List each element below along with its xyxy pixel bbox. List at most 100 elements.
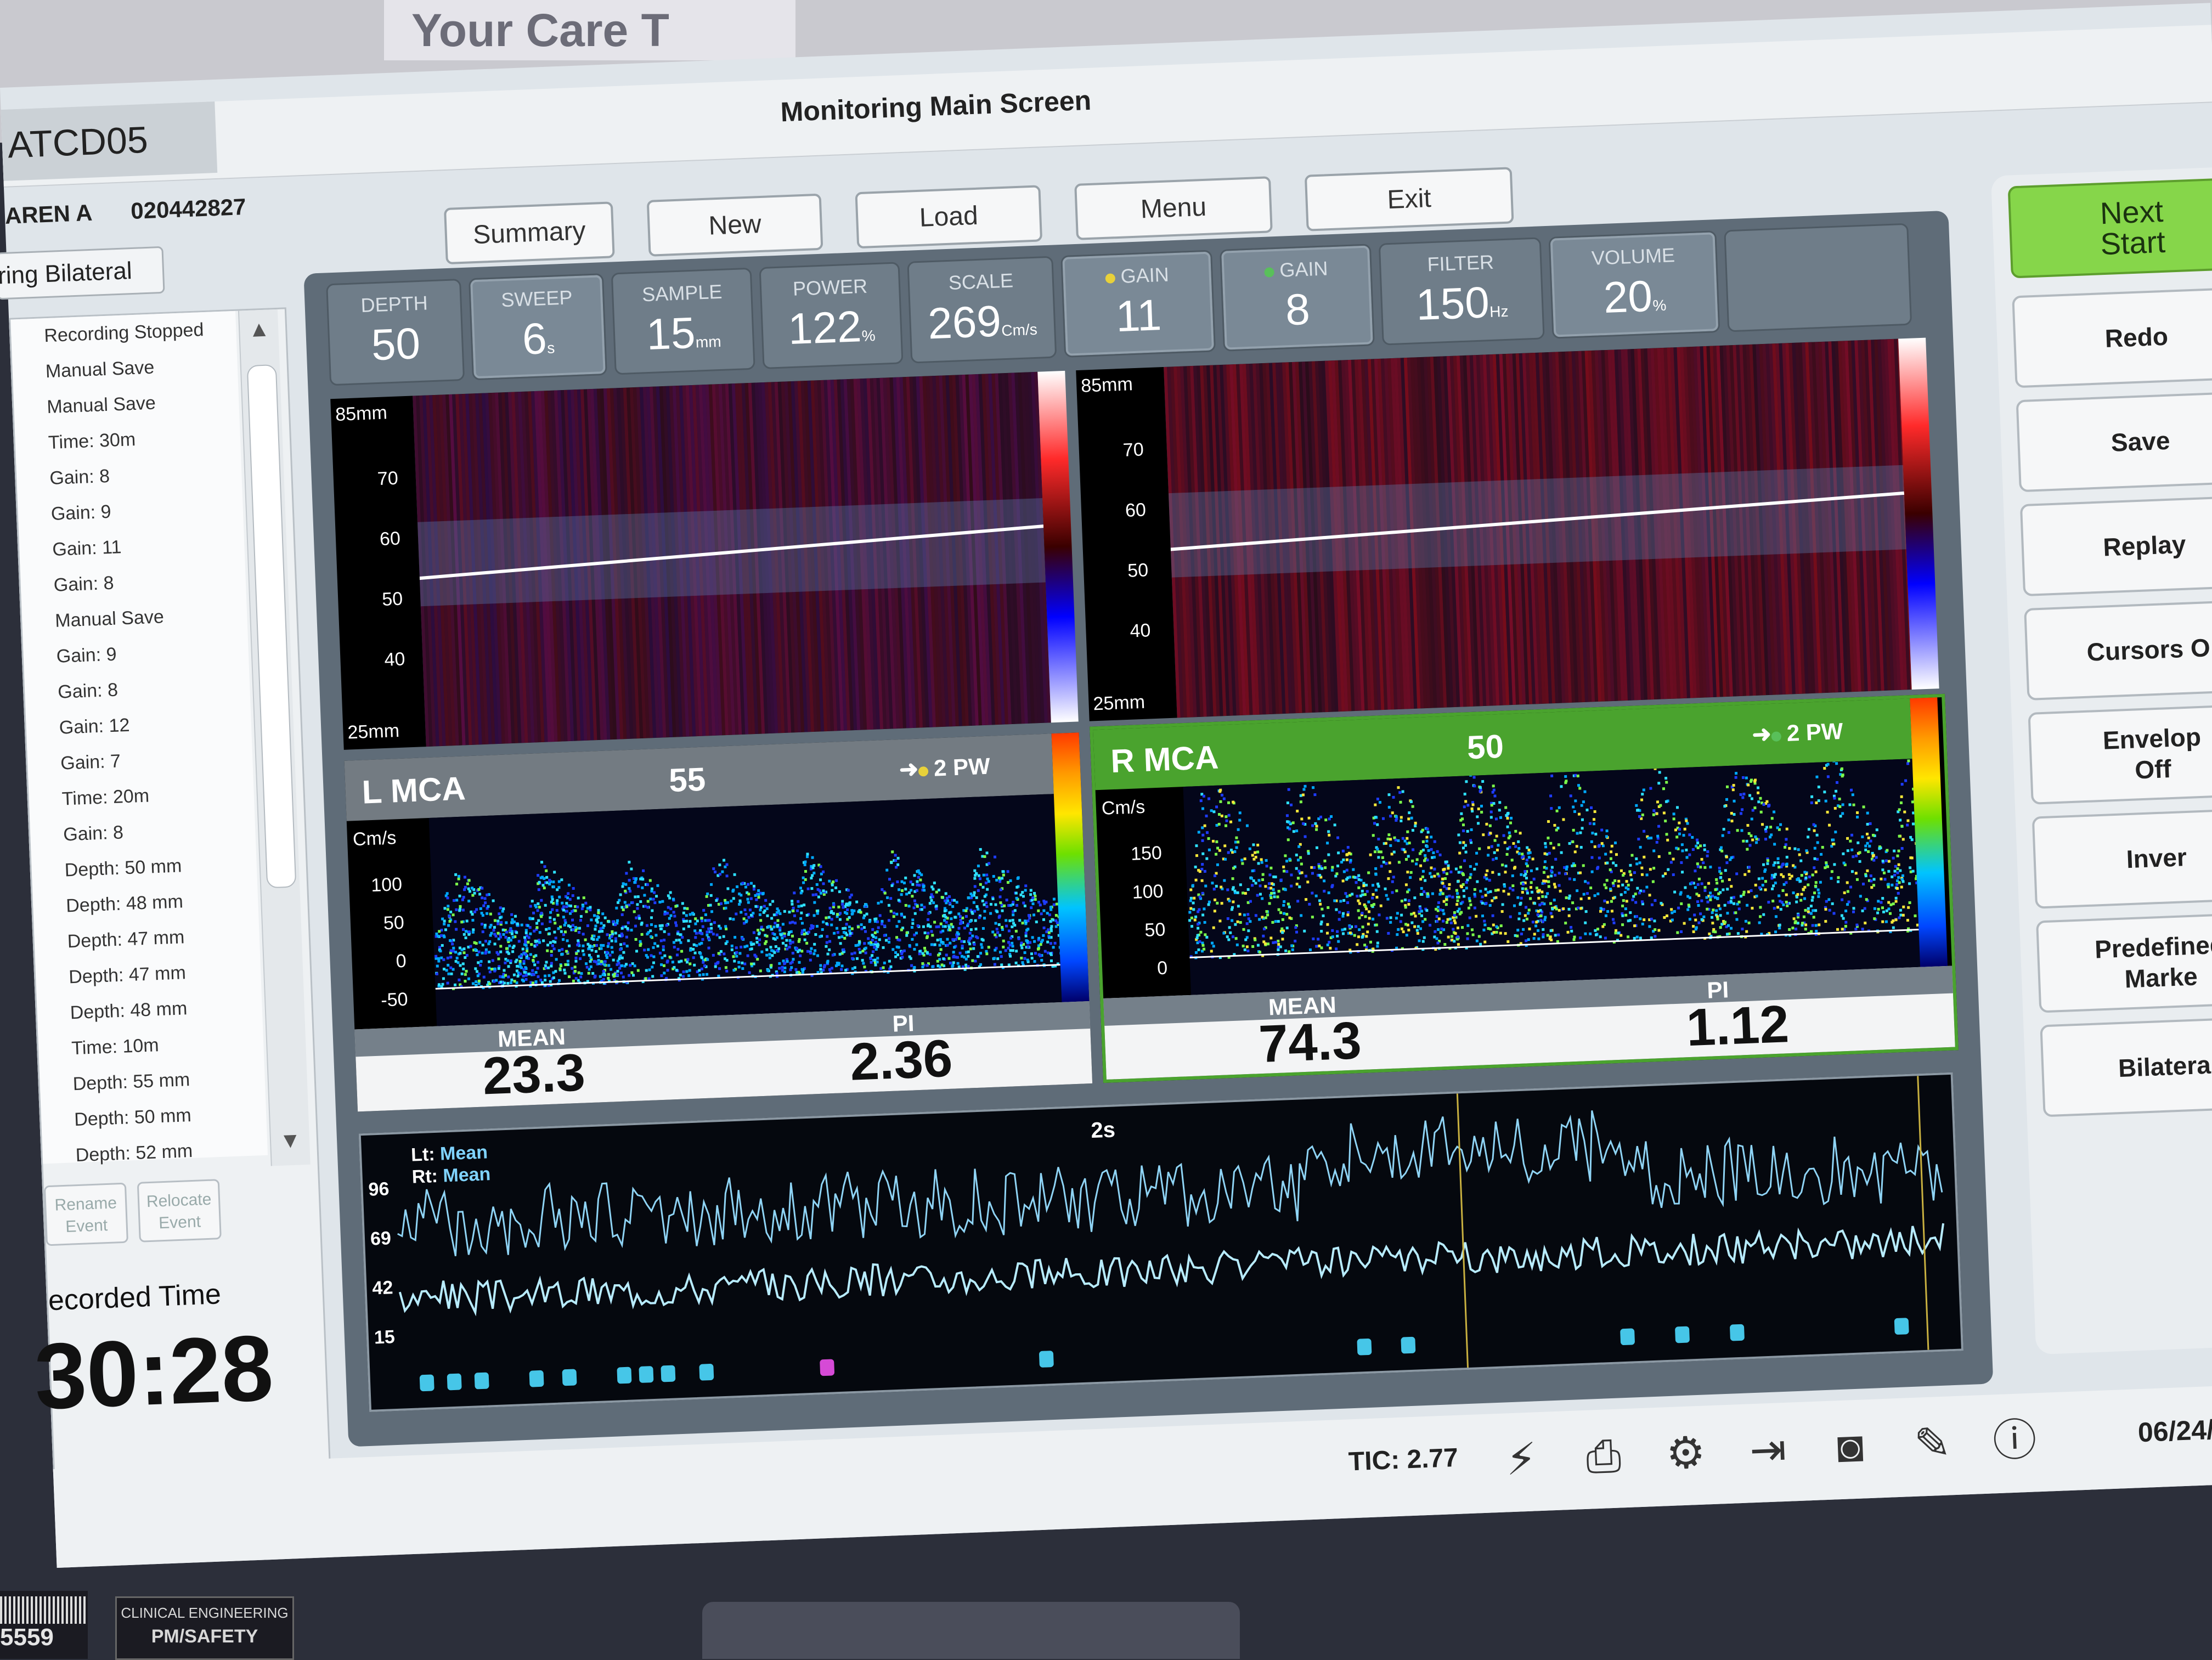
left-channel-pw: ➜2 PW <box>899 753 991 783</box>
envelope-button[interactable]: EnvelopOff <box>2028 703 2212 805</box>
mmode-left-tick: 70 <box>377 468 398 490</box>
mmode-right-bottom: 25mm <box>1093 692 1146 715</box>
sticker-top: CLINICAL ENGINEERING <box>117 1605 292 1622</box>
scroll-up-icon[interactable]: ▲ <box>242 309 276 349</box>
param-label: FILTER <box>1381 249 1541 278</box>
invert-button[interactable]: Inver <box>2032 808 2212 909</box>
right-button-column: NextStart Redo Save Replay Cursors O Env… <box>1991 167 2212 1354</box>
param-power[interactable]: POWER 122% <box>759 262 904 369</box>
device-id: ATCD05 <box>1 101 218 181</box>
trend-tick: 42 <box>372 1277 393 1299</box>
param-value: 20% <box>1551 268 1718 325</box>
left-spectrum-tick: 0 <box>396 951 407 973</box>
next-start-button[interactable]: NextStart <box>2008 177 2212 278</box>
printer-icon[interactable]: ⎙ <box>1572 1425 1635 1488</box>
help-icon[interactable]: ⓘ <box>1983 1409 2046 1472</box>
arrow-right-icon: ➜ <box>899 756 919 782</box>
exit-button[interactable]: Exit <box>1305 167 1514 231</box>
param-gain-right[interactable]: GAIN 8 <box>1220 244 1375 351</box>
replay-button[interactable]: Replay <box>2020 495 2212 596</box>
mmode-left-display[interactable] <box>413 372 1051 747</box>
trend-tick: 15 <box>374 1326 395 1348</box>
right-channel-panel[interactable]: R MCA 50 ➜2 PW Cm/s 150 100 50 0 MEAN PI… <box>1090 694 1959 1083</box>
cursors-button[interactable]: Cursors O <box>2024 599 2212 701</box>
param-value: 11 <box>1064 287 1214 343</box>
event-panel: Recording StoppedManual SaveManual SaveT… <box>9 307 330 1472</box>
right-channel-pw: ➜2 PW <box>1752 718 1844 748</box>
param-label: GAIN <box>1063 262 1211 290</box>
param-value: 50 <box>329 317 462 372</box>
mmode-left-axis: 85mm 70 60 50 40 25mm <box>330 396 426 750</box>
right-spectrum-unit: Cm/s <box>1101 797 1146 820</box>
param-scale[interactable]: SCALE 269Cm/s <box>907 256 1057 364</box>
param-value: 122% <box>762 300 901 355</box>
mmode-right-tick: 70 <box>1122 439 1144 461</box>
trend-graph <box>361 1075 1961 1410</box>
notes-icon[interactable]: ✎ <box>1901 1413 1963 1475</box>
bilateral-button[interactable]: Bilatera <box>2040 1015 2212 1117</box>
param-value: 6s <box>472 311 605 366</box>
param-filter[interactable]: FILTER 150Hz <box>1379 237 1545 345</box>
mmode-right-display[interactable] <box>1164 339 1912 718</box>
redo-button[interactable]: Redo <box>2012 286 2212 388</box>
left-channel-dot-icon <box>1105 273 1115 284</box>
predefined-markers-button[interactable]: PredefinedMarke <box>2036 911 2212 1013</box>
main-monitor-area: DEPTH 50 SWEEP 6s SAMPLE 15mm POWER 122%… <box>303 211 1993 1447</box>
sticker-bottom: PM/SAFETY <box>117 1626 292 1647</box>
menu-button[interactable]: Menu <box>1074 176 1273 240</box>
param-sweep[interactable]: SWEEP 6s <box>469 273 607 380</box>
left-pi-value: 2.36 <box>849 1029 953 1093</box>
param-sample[interactable]: SAMPLE 15mm <box>611 268 755 375</box>
load-button[interactable]: Load <box>855 185 1042 249</box>
right-spectrum-tick: 100 <box>1132 881 1164 904</box>
param-value: 8 <box>1223 281 1373 337</box>
right-mean-value: 74.3 <box>1258 1010 1363 1075</box>
left-spectrum-image <box>429 794 1062 1026</box>
new-button[interactable]: New <box>647 194 823 257</box>
trend-window-label: 2s <box>1091 1117 1116 1143</box>
scroll-down-icon[interactable]: ▼ <box>273 1121 308 1160</box>
monitoring-mode-button[interactable]: ring Bilateral <box>0 246 165 300</box>
mmode-right-image <box>1164 339 1912 718</box>
right-spectrum-tick: 150 <box>1130 843 1162 865</box>
mmode-left-tick: 50 <box>382 589 403 611</box>
trend-panel[interactable]: Lt: Mean Rt: Mean 2s 96 69 42 15 <box>359 1072 1963 1412</box>
rename-event-button[interactable]: Rename Event <box>44 1183 128 1246</box>
summary-button[interactable]: Summary <box>444 201 615 264</box>
export-icon[interactable]: ⇥ <box>1737 1419 1799 1481</box>
left-probe-dot-icon <box>918 766 929 777</box>
recorded-time-label: ecorded Time <box>48 1278 222 1317</box>
monitor-screen: ATCD05 Monitoring Main Screen AREN A 020… <box>0 3 2212 1568</box>
right-pi-value: 1.12 <box>1685 994 1790 1058</box>
gear-icon[interactable]: ⚙ <box>1655 1422 1717 1484</box>
barcode-sticker: 5559 <box>0 1591 88 1659</box>
camera-icon[interactable]: ◙ <box>1819 1415 1882 1478</box>
mmode-left-tick: 40 <box>384 648 405 670</box>
lightning-icon[interactable]: ⚡︎ <box>1490 1428 1553 1490</box>
param-label: DEPTH <box>328 290 460 318</box>
param-label: SAMPLE <box>613 279 751 308</box>
barcode-number: 5559 <box>0 1624 88 1651</box>
right-channel-dot-icon <box>1264 267 1274 278</box>
param-value: 150Hz <box>1381 275 1542 331</box>
param-label: SCALE <box>909 268 1052 296</box>
left-spectrum-tick: -50 <box>381 989 409 1012</box>
status-date: 06/24/ <box>2137 1414 2212 1448</box>
left-spectrum-tick: 100 <box>371 874 403 896</box>
param-gain-left[interactable]: GAIN 11 <box>1060 250 1216 357</box>
recorded-time-value: 30:28 <box>33 1314 275 1431</box>
save-button[interactable]: Save <box>2016 391 2212 492</box>
window-title: Monitoring Main Screen <box>780 84 1092 128</box>
mmode-left-top: 85mm <box>335 402 388 426</box>
left-channel-panel[interactable]: L MCA 55 ➜2 PW Cm/s 100 50 0 -50 MEAN PI… <box>345 732 1093 1111</box>
mmode-left-tick: 60 <box>379 528 400 550</box>
right-spectrum-display <box>1183 759 1921 995</box>
param-depth[interactable]: DEPTH 50 <box>326 279 465 386</box>
patient-id: 020442827 <box>130 194 246 224</box>
param-value: 15mm <box>614 306 753 362</box>
relocate-event-button[interactable]: Relocate Event <box>137 1179 222 1243</box>
mmode-left-image <box>413 372 1051 747</box>
param-volume[interactable]: VOLUME 20% <box>1549 230 1720 339</box>
mmode-right-tick: 60 <box>1125 499 1146 521</box>
left-spectrum-display <box>429 794 1062 1026</box>
